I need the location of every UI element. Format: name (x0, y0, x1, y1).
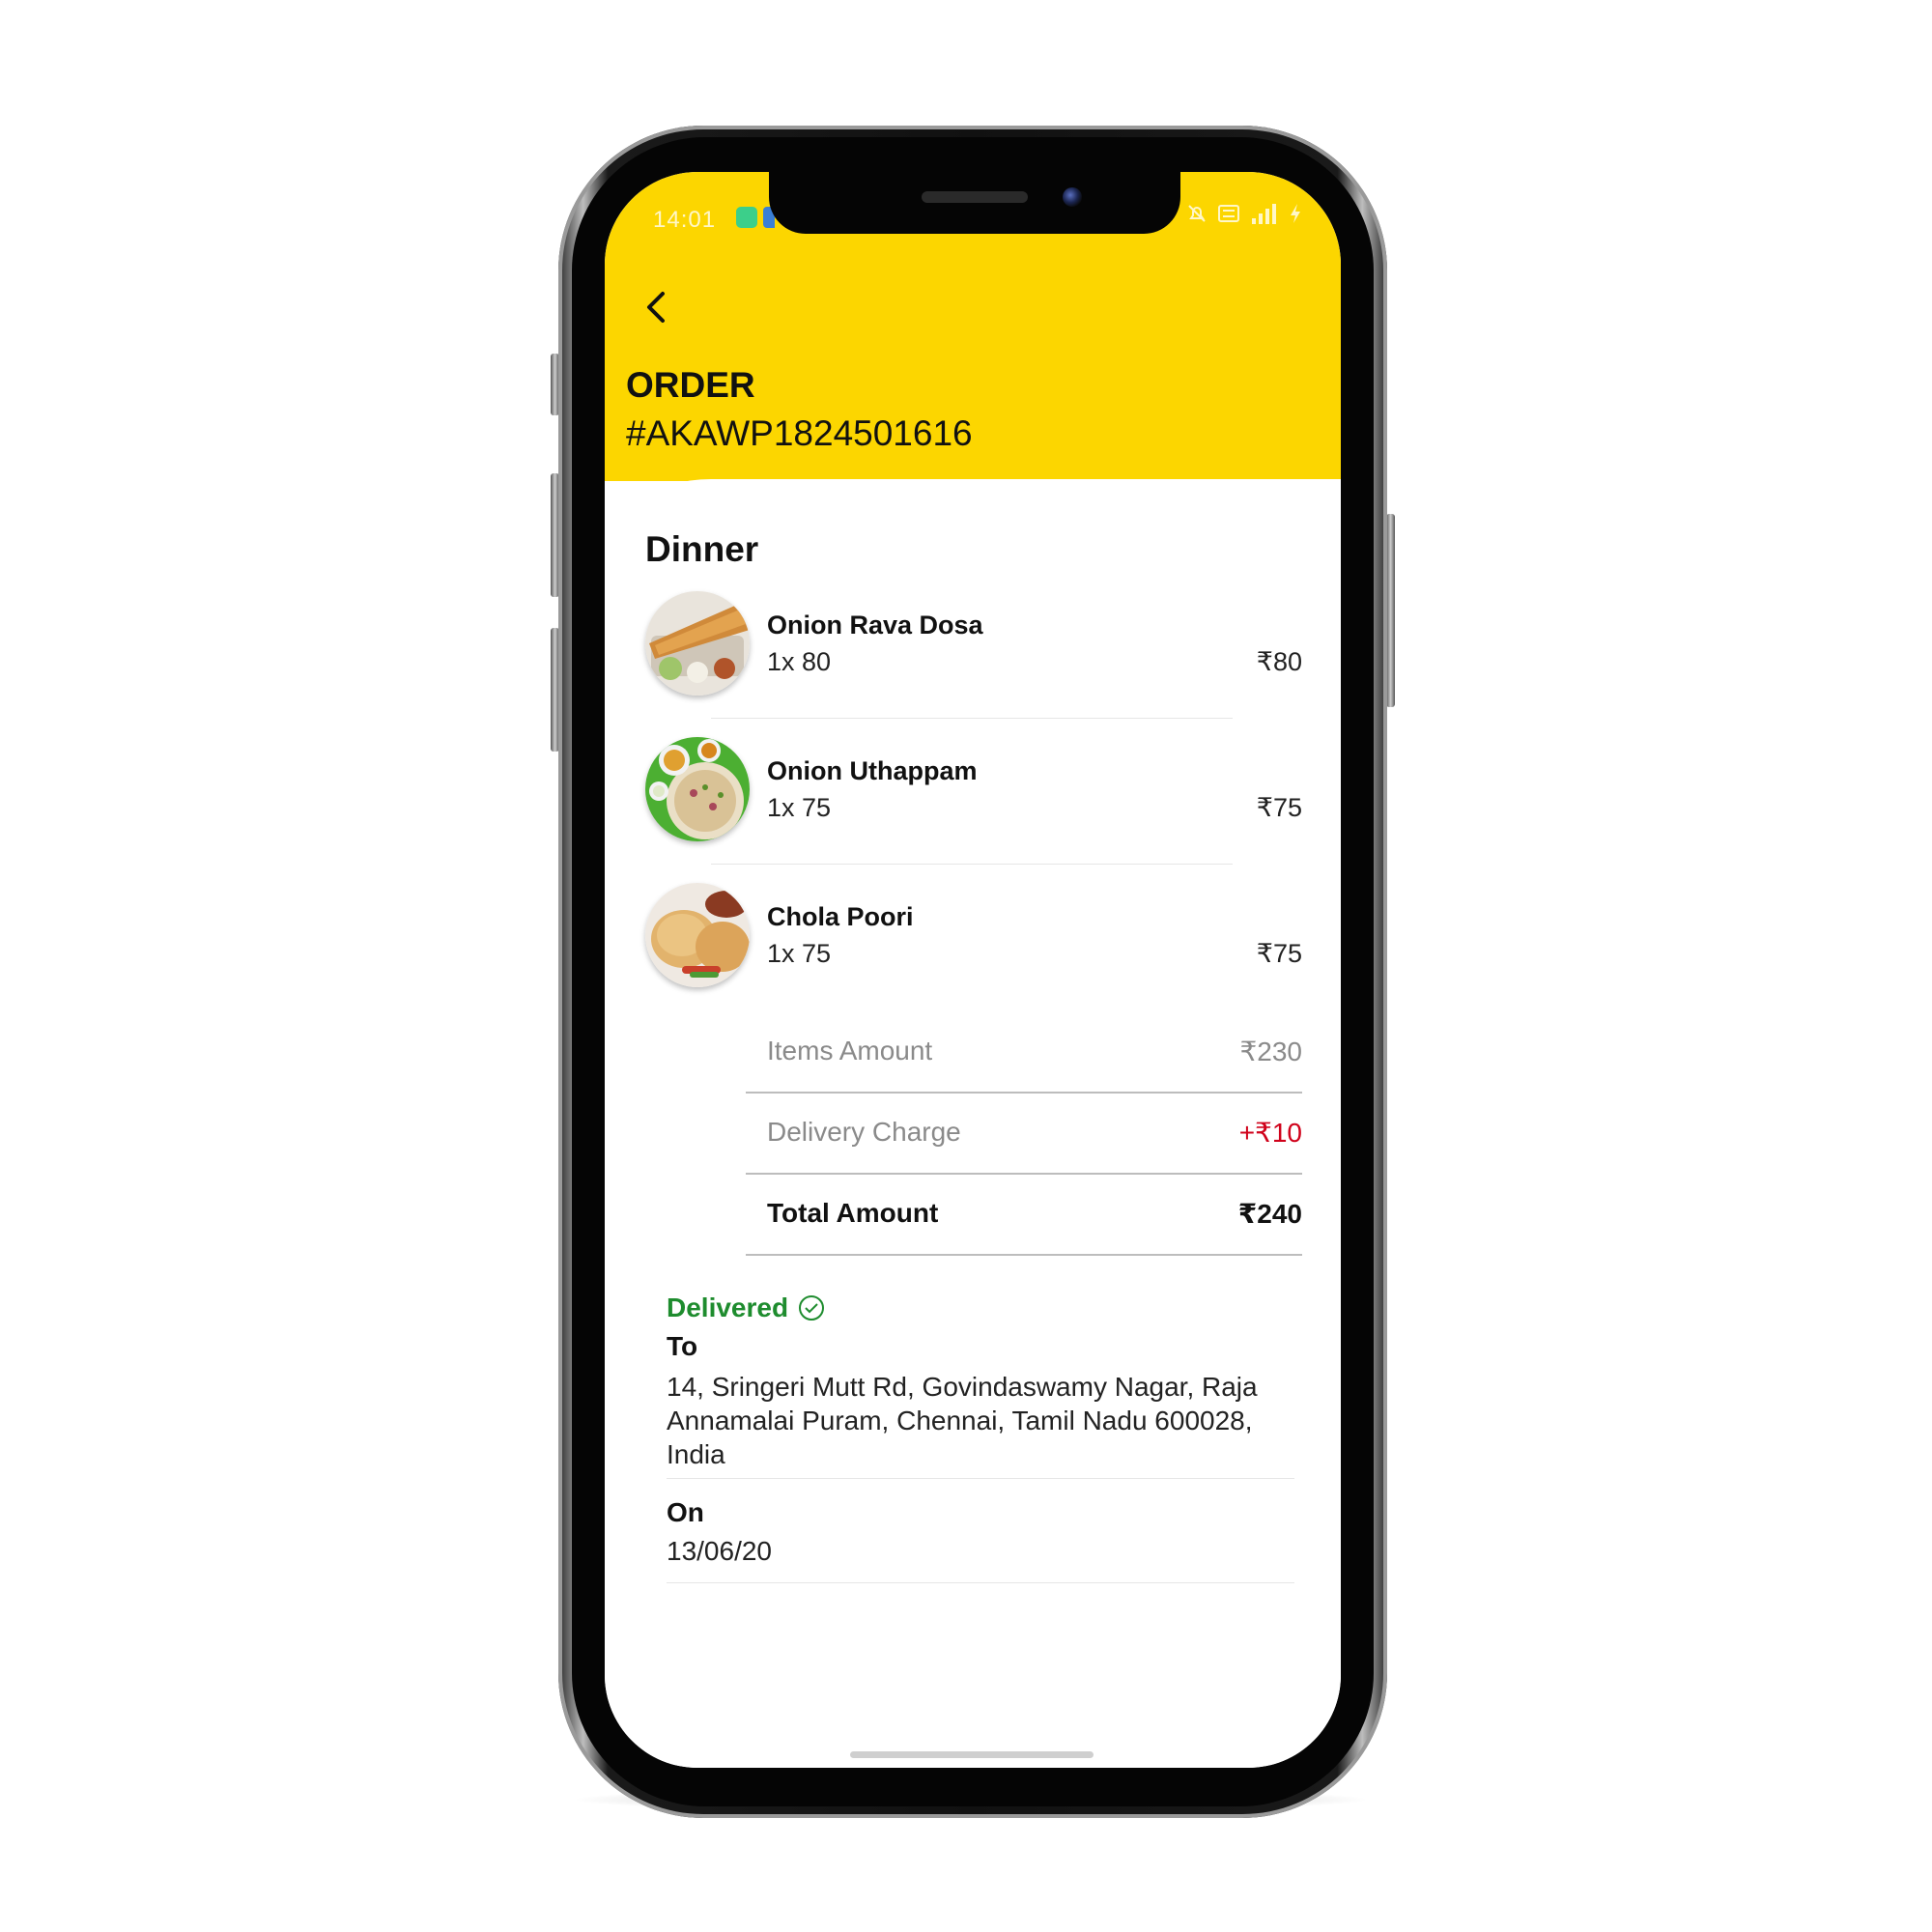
list-item: Chola Poori 1x 75 ₹75 (645, 883, 1302, 987)
front-camera (1063, 187, 1082, 207)
order-number: #AKAWP1824501616 (626, 413, 973, 453)
total-amount-row: Total Amount ₹240 (746, 1177, 1302, 1256)
items-amount-row: Items Amount ₹230 (746, 1014, 1302, 1094)
list-item: Onion Rava Dosa 1x 80 ₹80 (645, 591, 1302, 696)
item-name: Onion Rava Dosa (767, 611, 983, 639)
power-button (1386, 514, 1395, 707)
phone-screen: 14:01 ORDER #AKAWP1824501616 Dinner Onio… (605, 172, 1341, 1768)
delivery-charge-value: +₹10 (1238, 1118, 1302, 1148)
delivery-to-label: To (667, 1331, 698, 1361)
divider (667, 1478, 1294, 1479)
item-name: Chola Poori (767, 902, 914, 931)
delivery-charge-label: Delivery Charge (767, 1117, 961, 1147)
item-quantity: 1x 80 (767, 647, 832, 676)
food-thumbnail-dosa (645, 591, 750, 696)
items-amount-label: Items Amount (767, 1036, 933, 1065)
delivery-status: Delivered (667, 1293, 825, 1323)
status-icons (1186, 203, 1302, 224)
item-name: Onion Uthappam (767, 756, 978, 785)
phone-notch (769, 172, 1180, 234)
divider (667, 1582, 1294, 1583)
delivery-on-label: On (667, 1497, 704, 1527)
delivery-status-text: Delivered (667, 1293, 789, 1322)
earpiece (922, 191, 1028, 203)
delivery-address: 14, Sringeri Mutt Rd, Govindaswamy Nagar… (667, 1372, 1258, 1469)
meal-section-title: Dinner (645, 529, 759, 569)
volte-icon (1218, 205, 1239, 222)
notification-app-icon (736, 207, 757, 228)
food-thumbnail-poori (645, 883, 750, 987)
items-amount-value: ₹230 (1239, 1037, 1302, 1066)
list-item: Onion Uthappam 1x 75 ₹75 (645, 737, 1302, 841)
food-thumbnail-uthappam (645, 737, 750, 841)
mute-bell-icon (1188, 205, 1206, 222)
divider (711, 864, 1233, 865)
divider (711, 718, 1233, 719)
delivery-date: 13/06/20 (667, 1536, 772, 1566)
check-circle-icon (799, 1295, 825, 1321)
delivery-charge-row: Delivery Charge +₹10 (746, 1095, 1302, 1175)
item-price: ₹75 (1256, 793, 1302, 822)
charging-icon (1291, 204, 1300, 223)
order-title: ORDER (626, 365, 755, 405)
total-amount-label: Total Amount (767, 1198, 939, 1228)
chevron-left-icon[interactable] (641, 290, 670, 325)
status-time: 14:01 (653, 207, 717, 233)
signal-icon (1250, 203, 1279, 224)
item-quantity: 1x 75 (767, 793, 832, 822)
home-indicator[interactable] (850, 1751, 1094, 1758)
item-price: ₹80 (1256, 647, 1302, 676)
item-price: ₹75 (1256, 939, 1302, 968)
item-quantity: 1x 75 (767, 939, 832, 968)
total-amount-value: ₹240 (1237, 1199, 1302, 1229)
